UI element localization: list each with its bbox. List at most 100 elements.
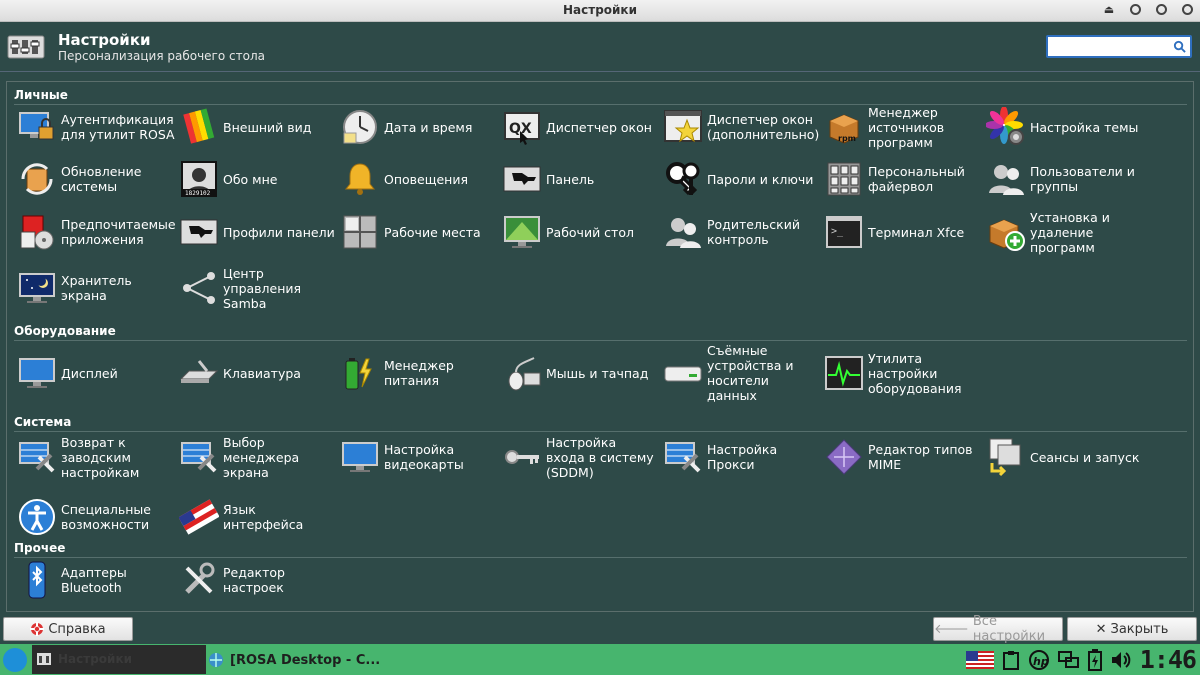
settings-item[interactable]: Предпочитаемые приложения	[17, 207, 177, 257]
package-source-icon: rpm	[824, 107, 864, 147]
start-menu-icon[interactable]	[3, 648, 27, 672]
keyboard-icon	[179, 353, 219, 393]
maximize-button[interactable]	[1154, 2, 1168, 16]
settings-item[interactable]: Настройка Прокси	[663, 432, 823, 482]
settings-item[interactable]: Диспетчер окон (дополнительно)	[663, 102, 823, 152]
settings-item[interactable]: Внешний вид	[179, 102, 339, 152]
settings-item-label: Рабочий стол	[546, 224, 634, 240]
settings-item[interactable]: Мышь и тачпад	[502, 348, 662, 398]
back-arrow-icon: 🡐	[934, 622, 969, 637]
settings-item[interactable]: Настройка входа в систему (SDDM)	[502, 432, 662, 482]
taskbar-task-browser[interactable]: [ROSA Desktop - C...	[208, 649, 380, 671]
settings-item[interactable]: Панель	[502, 154, 662, 204]
settings-item[interactable]: Обновление системы	[17, 154, 177, 204]
settings-item[interactable]: >_ Терминал Xfce	[824, 207, 984, 257]
network-icon[interactable]	[1057, 650, 1080, 670]
window-title: Настройки	[562, 3, 637, 17]
settings-item-label: Оповещения	[384, 171, 468, 187]
settings-item[interactable]: Выбор менеджера экрана	[179, 432, 339, 482]
settings-item-label: Специальные возможности	[61, 502, 151, 532]
settings-item[interactable]: Дисплей	[17, 348, 177, 398]
settings-item[interactable]: Утилита настройки оборудования	[824, 348, 984, 398]
clock[interactable]: 1:46	[1140, 645, 1197, 674]
settings-item[interactable]: Клавиатура	[179, 348, 339, 398]
page-subtitle: Персонализация рабочего стола	[58, 49, 265, 63]
settings-item-label: Обновление системы	[61, 164, 142, 194]
close-button[interactable]: ✕ Закрыть	[1067, 617, 1197, 641]
removable-drive-icon	[663, 353, 703, 393]
install-remove-icon	[986, 212, 1026, 252]
search-box[interactable]	[1046, 35, 1192, 58]
dialog-buttons: Справка 🡐 Все настройки ✕ Закрыть	[0, 614, 1200, 644]
settings-item[interactable]: Персональный файервол	[824, 154, 984, 204]
settings-item[interactable]: Редактор настроек	[179, 555, 339, 605]
language-flag-icon	[179, 497, 219, 537]
users-icon	[986, 159, 1026, 199]
settings-item[interactable]: Родительский контроль	[663, 207, 823, 257]
settings-item-label: Терминал Xfce	[868, 224, 965, 240]
window-titlebar[interactable]: Настройки ⏏	[0, 0, 1200, 22]
page-title: Настройки	[58, 31, 151, 49]
settings-editor-icon	[179, 560, 219, 600]
settings-item[interactable]: Центр управления Samba	[179, 263, 339, 313]
shade-button[interactable]: ⏏	[1102, 2, 1116, 16]
settings-item[interactable]: Установка и удаление программ	[986, 207, 1146, 257]
us-flag-icon[interactable]	[965, 650, 994, 669]
settings-item[interactable]: Настройка видеокарты	[340, 432, 500, 482]
settings-item[interactable]: Пароли и ключи	[663, 154, 823, 204]
svg-text:>_: >_	[831, 226, 844, 237]
settings-item[interactable]: Пользователи и группы	[986, 154, 1146, 204]
settings-item-label: Менеджер питания	[384, 358, 454, 388]
settings-item-label: Обо мне	[223, 171, 278, 187]
battery-tray-icon[interactable]	[1087, 648, 1102, 671]
volume-icon[interactable]	[1110, 650, 1132, 670]
clipboard-icon[interactable]	[1002, 650, 1020, 670]
settings-item[interactable]: Профили панели	[179, 207, 339, 257]
workspaces-icon	[340, 212, 380, 252]
settings-item[interactable]: Дата и время	[340, 102, 500, 152]
settings-item[interactable]: Оповещения	[340, 154, 500, 204]
mouse-icon	[502, 353, 542, 393]
settings-item[interactable]: Возврат к заводским настройкам	[17, 432, 177, 482]
system-tray: hp 1:46	[965, 645, 1197, 674]
settings-item[interactable]: 1829102 Обо мне	[179, 154, 339, 204]
search-icon[interactable]	[1173, 40, 1186, 53]
settings-item[interactable]: Рабочий стол	[502, 207, 662, 257]
settings-item-label: Пользователи и группы	[1030, 164, 1135, 194]
taskbar: Настройки [ROSA Desktop - C... hp 1:46	[0, 644, 1200, 675]
help-button[interactable]: Справка	[3, 617, 133, 641]
settings-item[interactable]: QX Диспетчер окон	[502, 102, 662, 152]
update-icon	[17, 159, 57, 199]
all-settings-button[interactable]: 🡐 Все настройки	[933, 614, 1063, 644]
close-window-button[interactable]	[1180, 2, 1194, 16]
settings-item-label: Хранитель экрана	[61, 273, 132, 303]
settings-item[interactable]: Съёмные устройства и носители данных	[663, 343, 823, 403]
parental-control-icon	[663, 212, 703, 252]
settings-item[interactable]: rpm Менеджер источников программ	[824, 102, 984, 152]
settings-item[interactable]: Настройка темы	[986, 102, 1146, 152]
taskbar-task-settings[interactable]: Настройки	[32, 645, 206, 674]
section-title: Оборудование	[14, 324, 116, 338]
settings-item[interactable]: Специальные возможности	[17, 492, 177, 542]
settings-item[interactable]: Хранитель экрана	[17, 263, 177, 313]
settings-item[interactable]: Аутентификация для утилит ROSA	[17, 102, 177, 152]
settings-item[interactable]: Редактор типов MIME	[824, 432, 984, 482]
settings-item-label: Настройка Прокси	[707, 442, 778, 472]
hp-icon[interactable]: hp	[1028, 649, 1050, 670]
svg-text:1829102: 1829102	[185, 190, 211, 197]
close-icon: ✕	[1095, 621, 1107, 637]
settings-item-label: Установка и удаление программ	[1030, 209, 1110, 255]
settings-item[interactable]: Язык интерфейса	[179, 492, 339, 542]
samba-icon	[179, 268, 219, 308]
settings-item[interactable]: Менеджер питания	[340, 348, 500, 398]
search-input[interactable]	[1050, 38, 1170, 55]
settings-item[interactable]: Рабочие места	[340, 207, 500, 257]
minimize-button[interactable]	[1128, 2, 1142, 16]
settings-item-label: Адаптеры Bluetooth	[61, 565, 127, 595]
svg-text:hp: hp	[1033, 655, 1049, 668]
taskbar-task-settings-label: Настройки	[58, 652, 133, 666]
help-label: Справка	[48, 621, 106, 637]
settings-item[interactable]: Сеансы и запуск	[986, 432, 1146, 482]
settings-item[interactable]: Адаптеры Bluetooth	[17, 555, 177, 605]
settings-item-label: Рабочие места	[384, 224, 481, 240]
